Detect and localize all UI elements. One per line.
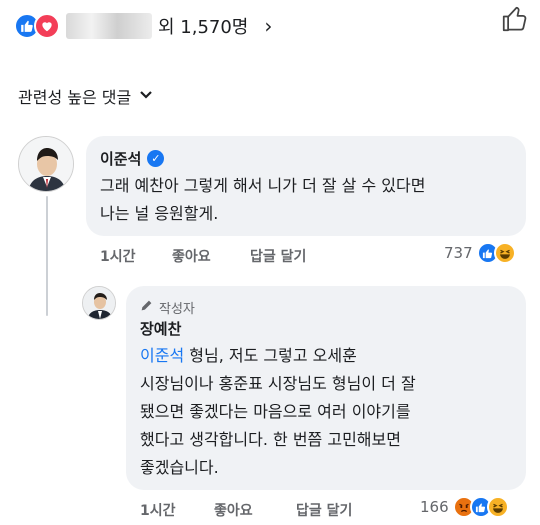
reactions-summary-bar[interactable]: 외 1,570명 ›: [14, 8, 526, 44]
comment-line-rest: 형님, 저도 그렇고 오세훈: [184, 346, 357, 365]
comment-line: 이준석 형님, 저도 그렇고 오세훈: [140, 342, 416, 370]
haha-icon: [493, 242, 516, 264]
author-badge-label: 작성자: [159, 302, 195, 317]
comment-line: 됐으면 좋겠다는 마음으로 여러 이야기를: [140, 402, 411, 421]
reaction-icons: [14, 13, 60, 39]
reply-button[interactable]: 답글 달기: [296, 500, 352, 520]
comment-reactions[interactable]: 166: [420, 496, 509, 518]
comment-line: 했다고 생각합니다. 한 번쯤 고민해보면: [140, 430, 401, 449]
comment-line: 좋겠습니다.: [140, 458, 219, 477]
comment-line: 시장님이나 홍준표 시장님도 형님이 더 잘: [140, 374, 416, 393]
avatar[interactable]: [82, 286, 116, 320]
comment-text: 그래 예찬아 그렇게 해서 니가 더 잘 살 수 있다면 나는 널 응원할게.: [100, 172, 425, 228]
blurred-name: [66, 13, 152, 39]
comment-line: 그래 예찬아 그렇게 해서 니가 더 잘 살 수 있다면: [100, 176, 426, 195]
chevron-right-icon[interactable]: ›: [264, 14, 272, 38]
reaction-count: 737: [444, 244, 473, 262]
comment-reactions[interactable]: 737: [444, 242, 516, 264]
chevron-down-icon: [139, 88, 153, 104]
verified-badge-icon: ✓: [147, 150, 165, 167]
reply-button[interactable]: 답글 달기: [250, 246, 306, 266]
like-button[interactable]: 좋아요: [214, 500, 253, 520]
comment-text: 이준석 형님, 저도 그렇고 오세훈 시장님이나 홍준표 시장님도 형님이 더 …: [140, 342, 416, 482]
pencil-icon: [140, 299, 153, 316]
comment-author[interactable]: 이준석 ✓: [100, 148, 165, 169]
mention-link[interactable]: 이준석: [140, 346, 184, 365]
comment-timestamp[interactable]: 1시간: [100, 246, 136, 266]
author-badge: 작성자: [140, 298, 195, 317]
comment-author[interactable]: 장예찬: [140, 318, 181, 339]
sort-label: 관련성 높은 댓글: [18, 88, 132, 107]
like-button[interactable]: 좋아요: [172, 246, 211, 266]
comment-sort-dropdown[interactable]: 관련성 높은 댓글: [18, 84, 153, 108]
comment-timestamp[interactable]: 1시간: [140, 500, 176, 520]
author-name[interactable]: 장예찬: [140, 318, 181, 339]
love-icon: [34, 13, 60, 39]
reaction-count-text: 외 1,570명: [158, 17, 249, 38]
haha-icon: [486, 496, 509, 518]
reaction-count: 166: [420, 498, 449, 516]
avatar[interactable]: [18, 136, 74, 192]
like-outline-icon[interactable]: [500, 4, 530, 34]
comment-line: 나는 널 응원할게.: [100, 204, 219, 223]
author-name[interactable]: 이준석: [100, 148, 141, 169]
thread-connector-line: [46, 196, 48, 316]
